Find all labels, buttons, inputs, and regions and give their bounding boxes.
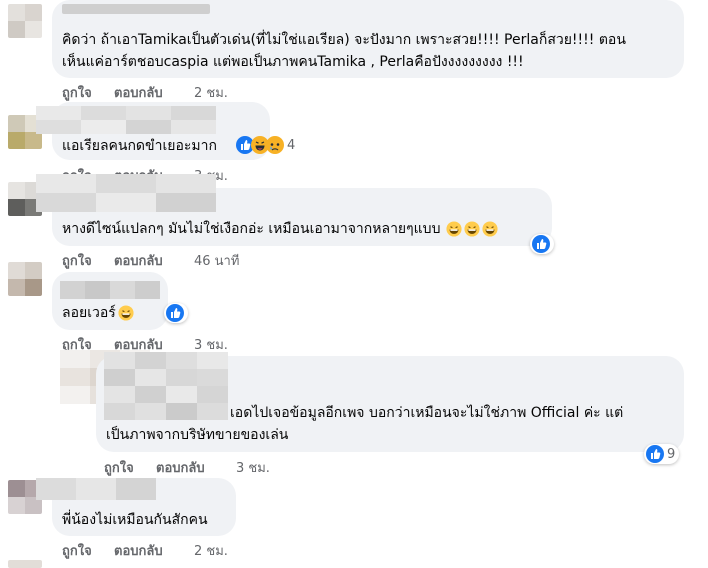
sad-icon bbox=[266, 136, 284, 154]
like-link[interactable]: ถูกใจ bbox=[62, 540, 92, 561]
timestamp[interactable]: 46 นาที bbox=[194, 250, 239, 271]
commenter-name-blurred[interactable] bbox=[36, 106, 216, 134]
comment-text: คิดว่า ถ้าเอาTamikaเป็นตัวเด่น(ที่ไม่ใช่… bbox=[62, 32, 626, 48]
reply-link[interactable]: ตอบกลับ bbox=[114, 82, 163, 103]
grinning-emoji bbox=[464, 220, 481, 237]
comment-content: ลอยเวอร์ bbox=[62, 302, 134, 323]
reaction-count: 4 bbox=[287, 137, 296, 153]
comment-text: หางดีไซน์แปลกๆ มันไม่ใช่เงือกอ่ะ เหมือนเ… bbox=[62, 220, 441, 237]
reaction-summary[interactable] bbox=[164, 303, 188, 323]
like-icon bbox=[646, 445, 664, 463]
commenter-name-blurred[interactable] bbox=[104, 352, 228, 420]
reply-link[interactable]: ตอบกลับ bbox=[156, 457, 205, 478]
reply-link[interactable]: ตอบกลับ bbox=[114, 540, 163, 561]
comment-text: เห็นแค่อาร์ตชอบcaspia แต่พอเป็นภาพคนTami… bbox=[62, 54, 524, 70]
comment-text: แอเรียลคนกดขำเยอะมาก bbox=[62, 138, 217, 154]
commenter-name-blurred[interactable] bbox=[62, 4, 210, 14]
like-icon bbox=[532, 235, 550, 253]
commenter-name-blurred[interactable] bbox=[36, 478, 156, 500]
like-link[interactable]: ถูกใจ bbox=[62, 250, 92, 271]
avatar[interactable] bbox=[8, 560, 42, 568]
timestamp[interactable]: 3 ชม. bbox=[236, 457, 270, 478]
comment-text: เป็นภาพจากบริษัทขายของเล่น bbox=[106, 427, 289, 443]
comment-text: พี่น้องไม่เหมือนกันสักคน bbox=[62, 512, 208, 528]
like-link[interactable]: ถูกใจ bbox=[104, 457, 134, 478]
comment-text: เอดไปเจอข้อมูลอีกเพจ บอกว่าเหมือนจะไม่ใช… bbox=[230, 405, 624, 421]
commenter-name-blurred[interactable] bbox=[36, 174, 216, 212]
commenter-name-blurred[interactable] bbox=[60, 281, 160, 299]
grinning-emoji bbox=[482, 220, 499, 237]
reaction-summary[interactable]: 9 bbox=[644, 444, 680, 464]
reaction-count: 9 bbox=[667, 446, 676, 462]
comment-content: หางดีไซน์แปลกๆ มันไม่ใช่เงือกอ่ะ เหมือนเ… bbox=[62, 218, 499, 239]
grinning-emoji bbox=[446, 220, 463, 237]
reaction-summary[interactable]: 4 bbox=[236, 136, 295, 154]
grinning-emoji bbox=[118, 304, 134, 321]
like-link[interactable]: ถูกใจ bbox=[62, 82, 92, 103]
comment-text: ลอยเวอร์ bbox=[62, 304, 116, 321]
reply-link[interactable]: ตอบกลับ bbox=[114, 250, 163, 271]
avatar[interactable] bbox=[8, 4, 42, 38]
avatar[interactable] bbox=[8, 262, 42, 296]
timestamp[interactable]: 2 ชม. bbox=[194, 82, 228, 103]
timestamp[interactable]: 2 ชม. bbox=[194, 540, 228, 561]
reaction-summary[interactable] bbox=[530, 234, 554, 254]
like-icon bbox=[166, 304, 184, 322]
